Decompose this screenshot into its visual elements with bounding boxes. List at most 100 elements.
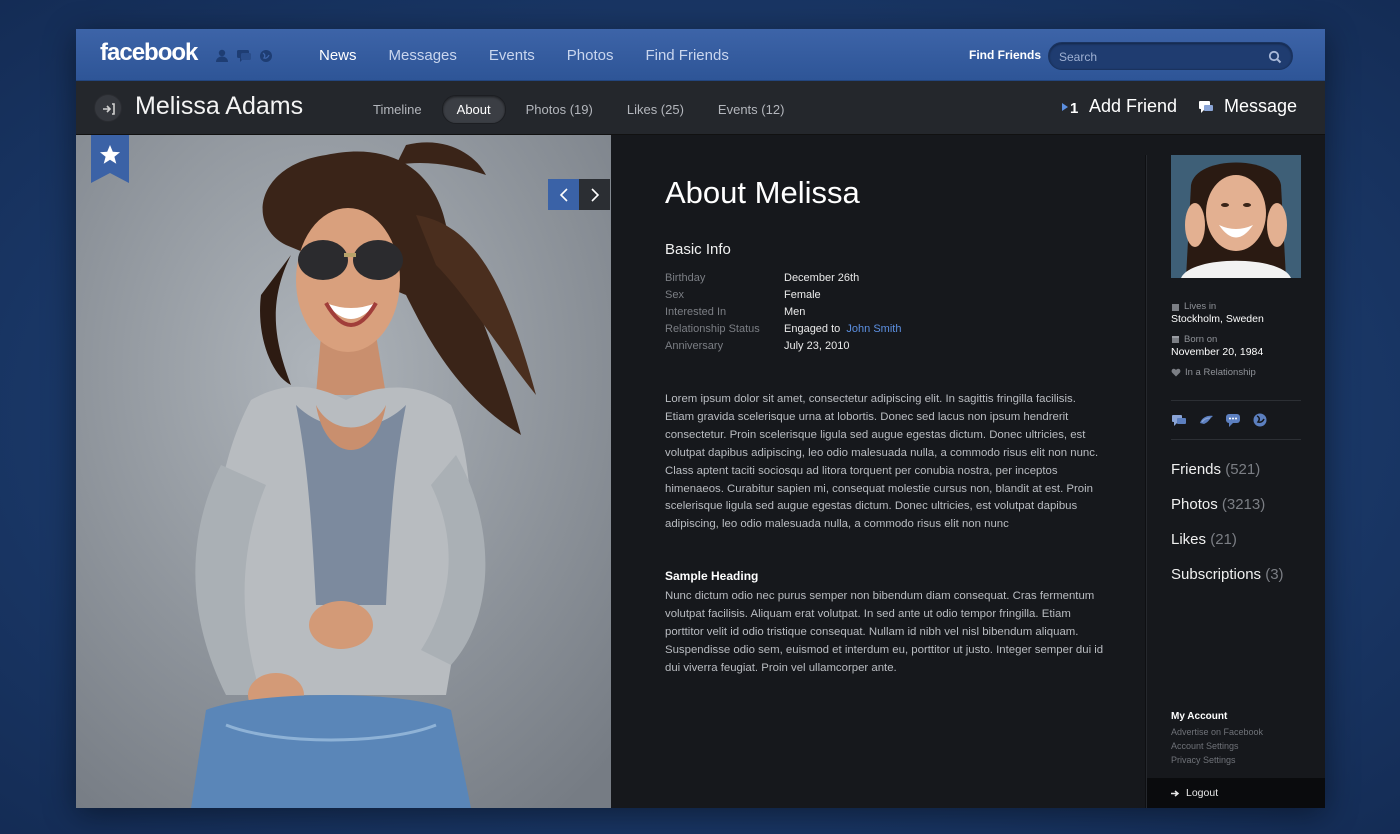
search-input[interactable]: [1059, 48, 1259, 66]
notification-jewels: [214, 48, 274, 62]
stat-friends[interactable]: Friends (521): [1171, 461, 1284, 496]
messages-icon[interactable]: [236, 48, 252, 62]
account-heading: My Account: [1171, 711, 1228, 722]
bird-icon[interactable]: [1198, 412, 1214, 428]
message-label: Message: [1224, 96, 1298, 116]
heart-icon: [1171, 368, 1181, 377]
star-bookmark-icon: [91, 135, 129, 183]
tab-events[interactable]: Events (12): [704, 96, 798, 123]
add-friend-button[interactable]: 1 Add Friend: [1061, 96, 1177, 117]
profile-header: Melissa Adams Timeline About Photos (19)…: [76, 81, 1325, 135]
message-icon[interactable]: [1171, 412, 1187, 428]
search-box: [1048, 42, 1293, 70]
born-on-label: Born on: [1171, 333, 1301, 346]
nav-news[interactable]: News: [319, 47, 357, 64]
info-key: Sex: [665, 289, 684, 301]
info-row-birthday: Birthday December 26th: [665, 272, 1105, 289]
info-row-sex: Sex Female: [665, 289, 1105, 306]
globe-icon[interactable]: [1252, 412, 1268, 428]
nav-messages[interactable]: Messages: [389, 47, 457, 64]
profile-name: Melissa Adams: [135, 92, 304, 120]
back-arrow-icon: [103, 103, 115, 115]
info-key: Relationship Status: [665, 323, 760, 335]
nav-photos[interactable]: Photos: [567, 47, 614, 64]
profile-tabs: Timeline About Photos (19) Likes (25) Ev…: [359, 95, 804, 124]
info-row-relationship: Relationship Status Engaged to John Smit…: [665, 323, 1105, 340]
stat-photos[interactable]: Photos (3213): [1171, 496, 1284, 531]
account-settings-link[interactable]: Account Settings: [1171, 741, 1263, 755]
stat-likes[interactable]: Likes (21): [1171, 531, 1284, 566]
stat-count: (521): [1225, 461, 1261, 478]
favorite-bookmark[interactable]: [91, 135, 129, 183]
sidebar-divider: [1145, 155, 1146, 808]
lives-in-label-text: Lives in: [1184, 301, 1217, 312]
stat-label: Friends: [1171, 461, 1222, 478]
building-icon: [1172, 304, 1179, 311]
message-icon: [1199, 100, 1213, 113]
account-menu: My Account Advertise on Facebook Account…: [1171, 711, 1263, 769]
stat-count: (21): [1210, 531, 1237, 548]
message-button[interactable]: Message: [1198, 96, 1297, 117]
chevron-left-icon: [559, 187, 568, 202]
social-links: [1171, 412, 1268, 428]
chat-icon[interactable]: [1225, 412, 1241, 428]
next-photo-button[interactable]: [579, 179, 610, 210]
profile-facts: Lives in Stockholm, Sweden Born on Novem…: [1171, 300, 1301, 379]
privacy-settings-link[interactable]: Privacy Settings: [1171, 755, 1263, 769]
info-key: Anniversary: [665, 340, 724, 352]
about-paragraph-2: Nunc dictum odio nec purus semper non bi…: [665, 590, 1104, 674]
info-key: Interested In: [665, 306, 727, 318]
info-value: December 26th: [784, 272, 860, 284]
stat-label: Photos: [1171, 496, 1218, 513]
advertise-link[interactable]: Advertise on Facebook: [1171, 727, 1263, 741]
about-paragraph: Lorem ipsum dolor sit amet, consectetur …: [665, 393, 1099, 531]
relationship-text: Engaged to: [784, 323, 844, 335]
app-window: facebook News Messages Events Photos Fin…: [76, 29, 1325, 808]
info-value: Men: [784, 306, 806, 318]
lives-in-value: Stockholm, Sweden: [1171, 313, 1264, 325]
avatar[interactable]: [1171, 155, 1301, 278]
notifications-globe-icon[interactable]: [258, 48, 274, 62]
born-on-label-text: Born on: [1184, 334, 1218, 345]
add-friend-label: Add Friend: [1089, 96, 1178, 116]
stat-label: Likes: [1171, 531, 1207, 548]
logout-label: Logout: [1186, 787, 1219, 799]
sample-heading: Sample Heading: [665, 569, 759, 583]
previous-photo-button[interactable]: [548, 179, 579, 210]
tab-photos[interactable]: Photos (19): [512, 96, 607, 123]
main-nav: News Messages Events Photos Find Friends: [319, 29, 761, 81]
tab-timeline[interactable]: Timeline: [359, 96, 436, 123]
profile-photo[interactable]: [76, 135, 611, 808]
stat-count: (3213): [1221, 496, 1266, 513]
find-friends-link[interactable]: Find Friends: [969, 48, 1041, 62]
basic-info-title: Basic Info: [665, 241, 731, 258]
nav-find-friends[interactable]: Find Friends: [645, 47, 728, 64]
stat-subscriptions[interactable]: Subscriptions (3): [1171, 566, 1284, 601]
logout-button[interactable]: Logout: [1147, 778, 1325, 808]
search-icon[interactable]: [1268, 49, 1282, 64]
profile-photo-illustration: [76, 135, 611, 808]
top-navigation-bar: facebook News Messages Events Photos Fin…: [76, 29, 1325, 81]
calendar-icon: [1172, 336, 1179, 343]
photo-navigation: [548, 179, 610, 210]
about-title: About Melissa: [665, 175, 860, 210]
partner-link[interactable]: John Smith: [846, 323, 901, 335]
info-key: Birthday: [665, 272, 706, 284]
sidebar-divider-1: [1171, 400, 1301, 401]
info-row-interested-in: Interested In Men: [665, 306, 1105, 323]
tab-likes[interactable]: Likes (25): [613, 96, 698, 123]
basic-info-list: Birthday December 26th Sex Female Intere…: [665, 272, 1105, 357]
tab-about[interactable]: About: [441, 95, 506, 124]
sidebar-divider-2: [1171, 439, 1301, 440]
back-button[interactable]: [94, 94, 122, 122]
born-on-value: November 20, 1984: [1171, 346, 1264, 358]
info-value: Engaged to John Smith: [784, 323, 901, 340]
add-friend-icon: 1: [1062, 100, 1078, 115]
friend-requests-icon[interactable]: [214, 48, 230, 62]
profile-stats: Friends (521) Photos (3213) Likes (21) S…: [1171, 461, 1284, 601]
info-row-anniversary: Anniversary July 23, 2010: [665, 340, 1105, 357]
facebook-logo[interactable]: facebook: [100, 39, 198, 67]
stat-label: Subscriptions: [1171, 566, 1262, 583]
nav-events[interactable]: Events: [489, 47, 535, 64]
chevron-right-icon: [590, 187, 599, 202]
